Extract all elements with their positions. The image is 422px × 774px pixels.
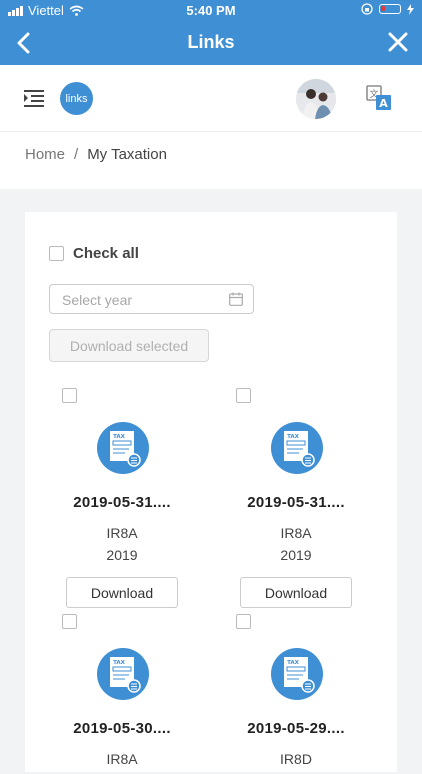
year-input[interactable] [60,291,224,309]
document-year: 2019 [106,547,138,563]
tax-document-icon: TAX [271,422,323,474]
status-bar: Viettel 5:40 PM [0,0,422,22]
calendar-icon[interactable] [229,292,243,306]
tax-icon-label: TAX [287,660,300,666]
nav-bar: Links [0,22,422,65]
battery-icon [379,4,401,14]
status-right [361,3,414,15]
year-picker[interactable] [49,284,254,314]
document-name: 2019-05-31.... [247,494,345,511]
download-button[interactable]: Download [66,577,178,608]
avatar[interactable] [296,79,336,119]
document-name: 2019-05-30.... [73,720,171,737]
check-all-checkbox[interactable] [49,246,64,261]
document-checkbox[interactable] [236,614,251,629]
tax-icon-label: TAX [113,434,126,440]
breadcrumb-separator: / [74,146,79,163]
charging-icon [407,3,414,15]
document-item: TAX 2019-05-31.... IR8A 2019 Download [49,388,209,618]
tax-document-icon: TAX [97,648,149,700]
status-time: 5:40 PM [186,3,236,18]
taxation-card: Check all Download selected TAX [25,212,397,772]
breadcrumb-home[interactable]: Home [25,146,65,163]
top-bar: Viettel 5:40 PM Links [0,0,422,65]
nav-title: Links [187,32,235,52]
menu-toggle-icon[interactable] [24,89,44,107]
document-checkbox[interactable] [236,388,251,403]
document-checkbox[interactable] [62,614,77,629]
document-type: IR8A [106,525,138,541]
avatar-photo-icon [296,79,336,119]
download-button[interactable]: Download [240,577,352,608]
links-logo[interactable]: links [60,82,93,115]
tax-document-icon: TAX [271,648,323,700]
breadcrumb: Home / My Taxation [0,131,422,189]
document-item: TAX 2019-05-31.... IR8A 2019 Download [223,388,383,618]
close-icon[interactable] [386,30,410,54]
tax-icon-label: TAX [287,434,300,440]
svg-text:A: A [379,97,388,110]
document-type: IR8D [280,751,312,767]
document-checkbox[interactable] [62,388,77,403]
app-header: links 文 A [0,65,422,131]
document-item: TAX 2019-05-29.... IR8D [223,614,383,774]
breadcrumb-current: My Taxation [87,146,167,163]
translate-icon[interactable]: 文 A [366,85,392,111]
document-item: TAX 2019-05-30.... IR8A [49,614,209,774]
document-name: 2019-05-31.... [73,494,171,511]
check-all-label: Check all [73,245,139,262]
download-selected-button[interactable]: Download selected [49,329,209,362]
tax-document-icon: TAX [97,422,149,474]
document-type: IR8A [280,525,312,541]
orientation-lock-icon [361,3,373,15]
document-type: IR8A [106,751,138,767]
check-all[interactable]: Check all [49,245,139,262]
tax-icon-label: TAX [113,660,126,666]
document-year: 2019 [280,547,312,563]
document-name: 2019-05-29.... [247,720,345,737]
